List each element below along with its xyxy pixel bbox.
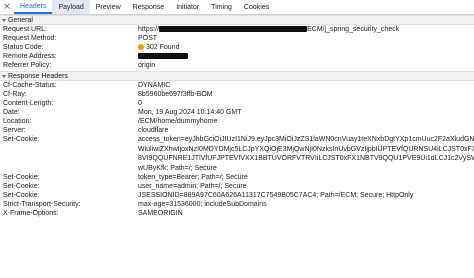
- location-key: Location:: [3, 118, 32, 125]
- referrer-policy-key: Referrer Policy:: [3, 62, 52, 69]
- cf-ray-row: Cf-Ray: 8b5960be697f3ffb-BOM: [0, 90, 474, 99]
- set-cookie-row-1: Set-Cookie: access_token=eyJhbGciOiJIUzI…: [0, 135, 474, 173]
- strict-transport-security-key: Strict-Transport-Security:: [3, 201, 81, 208]
- content-length-key: Content-Length:: [3, 100, 54, 107]
- tab-payload[interactable]: Payload: [52, 0, 90, 14]
- close-icon[interactable]: ×: [0, 0, 14, 14]
- cf-cache-status-value[interactable]: DYNAMIC: [138, 81, 474, 90]
- tab-response[interactable]: Response: [127, 0, 171, 14]
- request-url-value[interactable]: https:// ECM/j_spring_security_check: [138, 25, 474, 34]
- strict-transport-security-value[interactable]: max-age=31536000; includeSubDomains: [138, 200, 474, 209]
- tab-cookies[interactable]: Cookies: [238, 0, 275, 14]
- set-cookie-row-4: Set-Cookie: JSESSIONID=889A97C60A626A113…: [0, 191, 474, 200]
- set-cookie-jsessionid-value[interactable]: JSESSIONID=889A97C60A626A11317C7549B05C7…: [138, 191, 474, 200]
- tab-initiator[interactable]: Initiator: [170, 0, 205, 14]
- set-cookie-key: Set-Cookie:: [3, 183, 40, 190]
- status-code-value[interactable]: 302 Found: [138, 43, 474, 52]
- status-dot-icon: [138, 44, 144, 50]
- remote-address-value[interactable]: [138, 52, 474, 61]
- headers-panel: General Request URL: https:// ECM/j_sprin…: [0, 15, 474, 278]
- redaction-bar: [138, 53, 188, 60]
- response-headers-section-header[interactable]: Response Headers: [0, 71, 474, 81]
- request-url-key: Request URL:: [3, 26, 47, 33]
- cookie-line: 8VI9QQUFNRE1JTlVfUFJPTEVfVXX1BBTUVORFVTR…: [138, 155, 474, 162]
- request-url-suffix: ECM/j_spring_security_check: [307, 26, 400, 33]
- expand-triangle-icon: [2, 74, 6, 78]
- cookie-line: access_token=eyJhbGciOiJIUzI1NiJ9.eyJpc3…: [138, 136, 474, 143]
- remote-address-key: Remote Address:: [3, 53, 57, 60]
- expand-triangle-icon: [2, 18, 6, 22]
- referrer-policy-row: Referrer Policy: origin: [0, 61, 474, 70]
- request-url-row: Request URL: https:// ECM/j_spring_securi…: [0, 25, 474, 34]
- server-value[interactable]: cloudflare: [138, 126, 474, 135]
- request-method-key: Request Method:: [3, 35, 57, 42]
- x-frame-options-row: X-Frame-Options: SAMEORIGIN: [0, 209, 474, 218]
- set-cookie-key: Set-Cookie:: [3, 192, 40, 199]
- cf-cache-status-key: Cf-Cache-Status:: [3, 82, 57, 89]
- cookie-line: WiuliwiZXhwIjoxNzI0MDYDMjc5LCJpYXQiOjE3M…: [138, 145, 474, 153]
- cf-ray-value[interactable]: 8b5960be697f3ffb-BOM: [138, 90, 474, 99]
- response-headers-title: Response Headers: [8, 72, 68, 80]
- cf-cache-status-row: Cf-Cache-Status: DYNAMIC: [0, 81, 474, 90]
- referrer-policy-value[interactable]: origin: [138, 61, 474, 70]
- remote-address-row: Remote Address:: [0, 52, 474, 61]
- general-section-header[interactable]: General: [0, 15, 474, 25]
- date-row: Date: Mon, 19 Aug 2024 10:14:40 GMT: [0, 108, 474, 117]
- tab-timing[interactable]: Timing: [205, 0, 238, 14]
- server-key: Server:: [3, 127, 26, 134]
- request-method-row: Request Method: POST: [0, 34, 474, 43]
- set-cookie-key: Set-Cookie:: [3, 174, 40, 181]
- set-cookie-key: Set-Cookie:: [3, 136, 40, 143]
- devtools-tab-bar: × Headers Payload Preview Response Initi…: [0, 0, 474, 15]
- set-cookie-user-name-value[interactable]: user_name=admin; Path=/; Secure: [138, 182, 474, 191]
- content-length-row: Content-Length: 0: [0, 99, 474, 108]
- request-method-value[interactable]: POST: [138, 34, 474, 43]
- tab-preview[interactable]: Preview: [90, 0, 127, 14]
- tab-headers[interactable]: Headers: [14, 0, 53, 14]
- general-section-title: General: [8, 16, 33, 24]
- status-code-text: 302 Found: [146, 44, 180, 51]
- status-code-row: Status Code: 302 Found: [0, 43, 474, 52]
- set-cookie-token-type-value[interactable]: token_type=Bearer; Path=/; Secure: [138, 173, 474, 182]
- redaction-bar: [159, 26, 308, 33]
- request-url-prefix: https://: [138, 26, 160, 33]
- date-key: Date:: [3, 109, 20, 116]
- cookie-line: wUByKfk; Path=/; Secure: [138, 164, 217, 172]
- x-frame-options-value[interactable]: SAMEORIGIN: [138, 209, 474, 218]
- x-frame-options-key: X-Frame-Options:: [3, 210, 59, 217]
- server-row: Server: cloudflare: [0, 126, 474, 135]
- set-cookie-row-2: Set-Cookie: token_type=Bearer; Path=/; S…: [0, 173, 474, 182]
- content-length-value[interactable]: 0: [138, 99, 474, 108]
- cf-ray-key: Cf-Ray:: [3, 91, 27, 98]
- date-value[interactable]: Mon, 19 Aug 2024 10:14:40 GMT: [138, 108, 474, 117]
- set-cookie-access-token-value[interactable]: access_token=eyJhbGciOiJIUzI1NiJ9.eyJpc3…: [138, 135, 474, 173]
- status-code-key: Status Code:: [3, 44, 44, 51]
- set-cookie-row-3: Set-Cookie: user_name=admin; Path=/; Sec…: [0, 182, 474, 191]
- location-row: Location: /ECM/home/dummyhome: [0, 117, 474, 126]
- strict-transport-security-row: Strict-Transport-Security: max-age=31536…: [0, 200, 474, 209]
- location-value[interactable]: /ECM/home/dummyhome: [138, 117, 474, 126]
